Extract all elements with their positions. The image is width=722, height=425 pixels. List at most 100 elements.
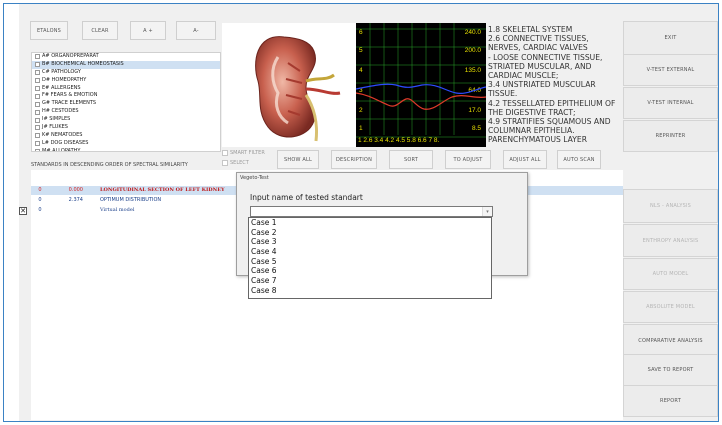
sort-button[interactable]: SORT xyxy=(389,150,433,169)
list-item[interactable]: F# FEARS & EMOTION xyxy=(32,92,220,100)
absolute-model-button[interactable]: ABSOLUTE MODEL xyxy=(623,291,718,323)
scope-trace-blue xyxy=(355,83,487,94)
category-label: A# ORGANOPREPARAT xyxy=(42,53,99,59)
category-label: C# PATHOLOGY xyxy=(42,68,81,75)
category-label: K# NEMATODES xyxy=(42,131,83,138)
category-checkbox[interactable] xyxy=(35,149,40,151)
auto-scan-button[interactable]: AUTO SCAN xyxy=(557,150,601,169)
app-window: ETALONS CLEAR A + A- A# ORGANOPREPARAT B#… xyxy=(3,3,719,422)
category-checkbox[interactable] xyxy=(35,86,40,91)
category-checkbox[interactable] xyxy=(35,101,40,107)
category-label: G# TRACE ELEMENTS xyxy=(42,100,97,107)
case-dropdown-list[interactable]: Case 1 Case 2 Case 3 Case 4 Case 5 Case 6 Case… xyxy=(248,217,492,299)
dialog-label: Input name of tested standart xyxy=(250,193,363,202)
list-item[interactable]: G# TRACE ELEMENTS xyxy=(32,100,220,108)
category-label: H# CESTODES xyxy=(42,108,79,115)
category-checkbox[interactable] xyxy=(35,78,40,84)
dropdown-option[interactable]: Case 1 xyxy=(249,218,491,228)
category-checkbox[interactable] xyxy=(35,125,40,131)
reprinter-button[interactable]: REPRINTER xyxy=(623,120,718,152)
dropdown-option[interactable]: Case 7 xyxy=(249,276,491,286)
row-num: 0 xyxy=(38,207,42,213)
dropdown-option[interactable]: Case 3 xyxy=(249,237,491,247)
chevron-down-icon[interactable]: ▾ xyxy=(482,207,492,216)
select-box[interactable] xyxy=(222,160,228,166)
category-checkbox[interactable] xyxy=(35,133,40,139)
list-item[interactable]: D# HOMEOPATHY xyxy=(32,77,220,85)
list-item[interactable]: A# ORGANOPREPARAT xyxy=(32,53,220,61)
to-adjust-button[interactable]: To ADJUST xyxy=(445,150,491,169)
list-item[interactable]: B# BIOCHEMICAL HOMEOSTASIS xyxy=(32,60,220,69)
dropdown-option[interactable]: Case 5 xyxy=(249,257,491,267)
font-increase-button[interactable]: A + xyxy=(130,21,166,40)
clear-button[interactable]: CLEAR xyxy=(82,21,118,40)
organ-image xyxy=(222,23,356,147)
exit-button[interactable]: EXIT xyxy=(623,21,718,55)
category-label: D# HOMEOPATHY xyxy=(42,76,87,83)
dropdown-option[interactable]: Case 6 xyxy=(249,266,491,276)
category-checkbox[interactable] xyxy=(35,117,40,123)
category-checkbox[interactable] xyxy=(35,54,40,60)
scope-row-label: 6 xyxy=(359,29,363,36)
row-name: LONGITUDINAL SECTION OF LEFT KIDNEY xyxy=(100,187,225,193)
adjust-all-button[interactable]: ADJUST ALL xyxy=(503,150,547,169)
list-item[interactable]: I# SIMPLES xyxy=(32,116,220,124)
description-line: PARENCHYMATOUS LAYER xyxy=(488,135,587,145)
row-name: OPTIMUM DISTRIBUTION xyxy=(100,197,162,203)
description-button[interactable]: DESCRIPTION xyxy=(331,150,377,169)
category-checkbox[interactable] xyxy=(35,70,40,76)
smart-filter-label: SMART FILTER xyxy=(230,150,265,156)
category-checkbox[interactable] xyxy=(35,141,40,147)
dropdown-option[interactable]: Case 4 xyxy=(249,247,491,257)
row-name: Virtual model xyxy=(100,207,135,213)
description-line: 4.9 STRATIFIES SQUAMOUS AND COLUMNAR EPI… xyxy=(488,117,611,136)
category-label: F# FEARS & EMOTION xyxy=(42,92,98,99)
category-label: B# BIOCHEMICAL HOMEOSTASIS xyxy=(42,60,124,67)
category-checkbox[interactable] xyxy=(35,62,40,68)
list-item[interactable]: C# PATHOLOGY xyxy=(32,69,220,77)
scope-row-label: 1 xyxy=(359,125,363,132)
scope-row-label: 5 xyxy=(359,47,363,54)
scope-graph: 654321240.0200.0135.064.017.08.51 2.6 3.… xyxy=(355,23,487,144)
comparative-analysis-button[interactable]: COMPARATIVE ANALYSIS xyxy=(623,324,718,357)
report-button[interactable]: REPORT xyxy=(623,385,718,417)
enthropy-analysis-button[interactable]: ENTHROPY ANALYSIS xyxy=(623,224,718,257)
vtest-external-button[interactable]: V-TEST EXTERNAL xyxy=(623,54,718,86)
list-item[interactable]: M# ALLOPATHY xyxy=(32,147,220,152)
category-checkbox[interactable] xyxy=(35,93,40,99)
description-line: 4.2 TESSELLATED EPITHELIUM OF THE DIGEST… xyxy=(488,98,616,117)
font-decrease-button[interactable]: A- xyxy=(176,21,216,40)
select-checkbox[interactable]: SELECT xyxy=(222,160,249,166)
show-all-button[interactable]: SHOW ALL xyxy=(277,150,319,169)
row-num: 0 xyxy=(38,197,42,203)
list-item[interactable]: E# ALLERGENS xyxy=(32,85,220,93)
nls-analysis-button[interactable]: NLS - ANALYSIS xyxy=(623,189,718,223)
scope-value-label: 200.0 xyxy=(465,47,482,54)
list-item[interactable]: K# NEMATODES xyxy=(32,132,220,140)
vtest-internal-button[interactable]: V-TEST INTERNAL xyxy=(623,87,718,119)
row-value: 0.000 xyxy=(68,187,83,193)
description-line: 3.4 UNSTRIATED MUSCULAR TISSUE. xyxy=(488,80,596,99)
category-label: M# ALLOPATHY xyxy=(42,147,81,152)
description-line: 2.6 CONNECTIVE TISSUES, NERVES, CARDIAC … xyxy=(488,34,589,53)
list-item[interactable]: H# CESTODES xyxy=(32,108,220,116)
scope-value-label: 8.5 xyxy=(472,125,481,132)
category-checkbox[interactable] xyxy=(35,109,40,115)
standart-name-combobox[interactable]: ▾ xyxy=(250,206,493,217)
smart-filter-checkbox[interactable]: SMART FILTER xyxy=(222,150,265,156)
etalons-button[interactable]: ETALONS xyxy=(30,21,68,40)
smart-filter-box[interactable] xyxy=(222,150,228,156)
kidney-illustration xyxy=(255,36,341,142)
dropdown-option[interactable]: Case 2 xyxy=(249,228,491,238)
close-icon[interactable]: ✕ xyxy=(19,207,27,215)
scope-x-axis: 1 2.6 3.4 4.2 4.5 5.8 6.6 7 8. xyxy=(358,137,440,144)
dialog-title: Vegeto-Test xyxy=(240,175,269,181)
list-item[interactable]: L# DOG DISEASES xyxy=(32,140,220,148)
save-to-report-button[interactable]: SAVE TO REPORT xyxy=(623,354,718,386)
description-text: 1.8 SKELETAL SYSTEM 2.6 CONNECTIVE TISSUE… xyxy=(488,25,618,149)
dropdown-option[interactable]: Case 8 xyxy=(249,286,491,296)
list-item[interactable]: J# FLUKES xyxy=(32,124,220,132)
auto-model-button[interactable]: AUTO MODEL xyxy=(623,258,718,290)
category-list[interactable]: A# ORGANOPREPARAT B# BIOCHEMICAL HOMEOSTA… xyxy=(31,52,221,152)
category-label: E# ALLERGENS xyxy=(42,84,81,91)
